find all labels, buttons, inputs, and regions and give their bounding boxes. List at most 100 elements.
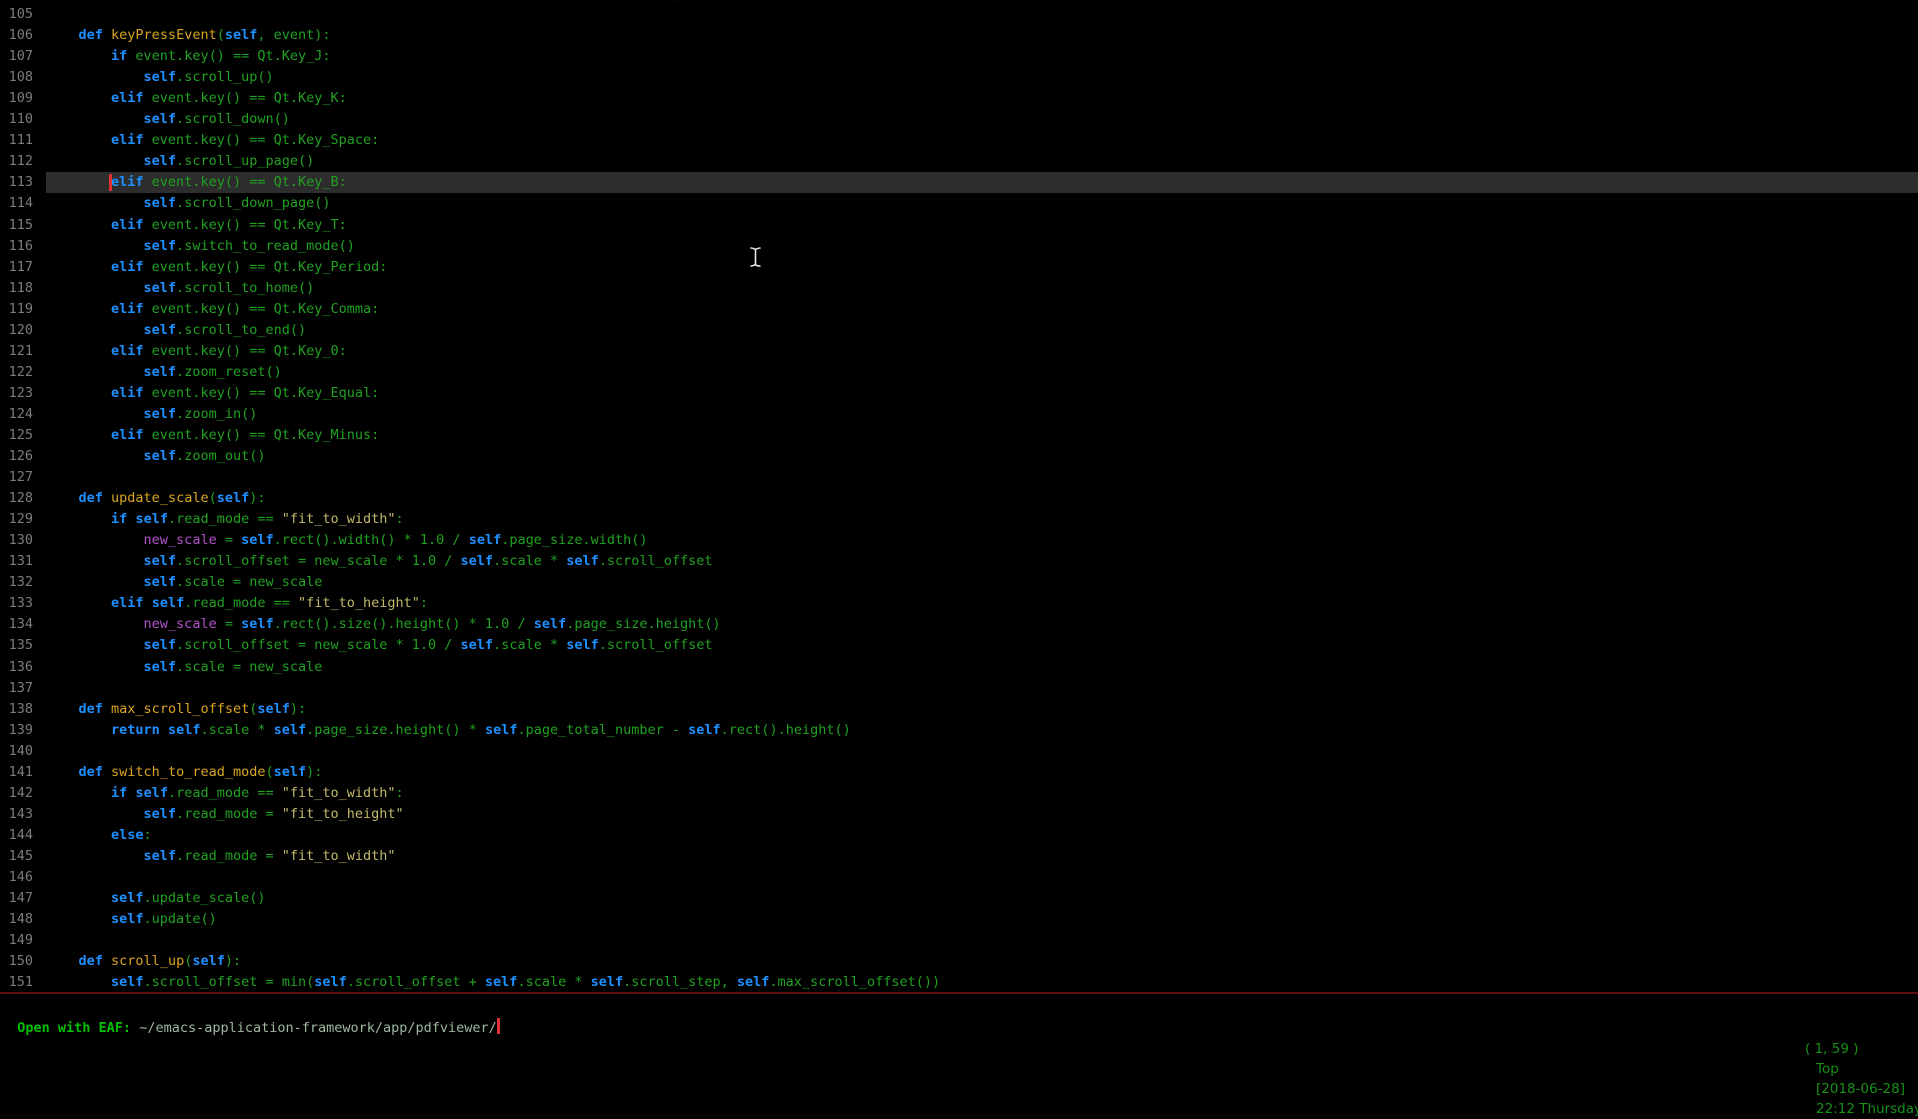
line-number: 105 — [0, 4, 46, 25]
code-line[interactable]: 113 elif event.key() == Qt.Key_B: — [0, 172, 1918, 193]
code-line-text: elif event.key() == Qt.Key_K: — [46, 88, 1918, 109]
code-line[interactable]: 146 — [0, 867, 1918, 888]
code-line-text: elif event.key() == Qt.Key_Comma: — [46, 299, 1918, 320]
code-line-text: elif event.key() == Qt.Key_B: — [46, 172, 1918, 193]
code-line-text: self.scroll_to_home() — [46, 278, 1918, 299]
line-number: 114 — [0, 193, 46, 214]
code-line[interactable]: 116 self.switch_to_read_mode() — [0, 236, 1918, 257]
line-number: 106 — [0, 25, 46, 46]
line-number: 132 — [0, 572, 46, 593]
line-number: 126 — [0, 446, 46, 467]
minibuffer-input-value[interactable]: ~/emacs-application-framework/app/pdfvie… — [139, 1020, 497, 1036]
code-line[interactable]: 132 self.scale = new_scale — [0, 572, 1918, 593]
code-line[interactable]: 148 self.update() — [0, 909, 1918, 930]
code-line-text: elif event.key() == Qt.Key_T: — [46, 215, 1918, 236]
tray-buffer-position: Top — [1816, 1061, 1839, 1077]
code-line[interactable]: 108 self.scroll_up() — [0, 67, 1918, 88]
line-number: 116 — [0, 236, 46, 257]
code-line[interactable]: 114 self.scroll_down_page() — [0, 193, 1918, 214]
code-line[interactable]: 141 def switch_to_read_mode(self): — [0, 762, 1918, 783]
line-number: 143 — [0, 804, 46, 825]
code-line-text: self.scroll_offset = new_scale * 1.0 / s… — [46, 551, 1918, 572]
point-cursor — [109, 174, 112, 191]
code-line[interactable]: 139 return self.scale * self.page_size.h… — [0, 720, 1918, 741]
code-line[interactable]: 151 self.scroll_offset = min(self.scroll… — [0, 972, 1918, 993]
code-line[interactable]: 143 self.read_mode = "fit_to_height" — [0, 804, 1918, 825]
line-number: 150 — [0, 951, 46, 972]
minibuffer-prompt: Open with EAF: — [17, 1020, 139, 1036]
code-line-text: elif event.key() == Qt.Key_Equal: — [46, 383, 1918, 404]
code-line[interactable]: 126 self.zoom_out() — [0, 446, 1918, 467]
code-line-text — [46, 467, 1918, 488]
code-line[interactable]: 123 elif event.key() == Qt.Key_Equal: — [0, 383, 1918, 404]
code-line-text: self.scroll_up_page() — [46, 151, 1918, 172]
code-line-text: elif event.key() == Qt.Key_Space: — [46, 130, 1918, 151]
code-line[interactable]: 121 elif event.key() == Qt.Key_0: — [0, 341, 1918, 362]
code-line[interactable]: 130 new_scale = self.rect().width() * 1.… — [0, 530, 1918, 551]
line-number: 130 — [0, 530, 46, 551]
code-line[interactable]: 128 def update_scale(self): — [0, 488, 1918, 509]
code-line[interactable]: 136 self.scale = new_scale — [0, 657, 1918, 678]
code-line[interactable]: 133 elif self.read_mode == "fit_to_heigh… — [0, 593, 1918, 614]
code-line[interactable]: 122 self.zoom_reset() — [0, 362, 1918, 383]
code-line[interactable]: 119 elif event.key() == Qt.Key_Comma: — [0, 299, 1918, 320]
code-line[interactable]: 145 self.read_mode = "fit_to_width" — [0, 846, 1918, 867]
code-line-text: new_scale = self.rect().size().height() … — [46, 614, 1918, 635]
code-line[interactable]: 117 elif event.key() == Qt.Key_Period: — [0, 257, 1918, 278]
code-line[interactable]: 115 elif event.key() == Qt.Key_T: — [0, 215, 1918, 236]
line-number: 133 — [0, 593, 46, 614]
code-line[interactable]: 129 if self.read_mode == "fit_to_width": — [0, 509, 1918, 530]
line-number: 144 — [0, 825, 46, 846]
code-line-text: self.scroll_offset = new_scale * 1.0 / s… — [46, 635, 1918, 656]
code-line-text — [46, 741, 1918, 762]
code-editor-buffer[interactable]: painter.drawPixmap(QRect(render_x, rende… — [0, 0, 1918, 993]
code-line[interactable]: 110 self.scroll_down() — [0, 109, 1918, 130]
code-line[interactable]: 105 — [0, 4, 1918, 25]
code-line[interactable]: 144 else: — [0, 825, 1918, 846]
line-number: 108 — [0, 67, 46, 88]
code-line[interactable]: 142 if self.read_mode == "fit_to_width": — [0, 783, 1918, 804]
code-line[interactable]: 147 self.update_scale() — [0, 888, 1918, 909]
code-line-text: new_scale = self.rect().width() * 1.0 / … — [46, 530, 1918, 551]
tray-cursor-position: ( 1, 59 ) — [1805, 1041, 1858, 1057]
minibuffer[interactable]: Open with EAF: ~/emacs-application-frame… — [1, 997, 500, 1018]
code-line-text: self.scale = new_scale — [46, 657, 1918, 678]
line-number: 122 — [0, 362, 46, 383]
code-line[interactable]: 118 self.scroll_to_home() — [0, 278, 1918, 299]
code-line-text: def scroll_up(self): — [46, 951, 1918, 972]
emacs-frame: { "window": { "width": 1918, "height": 1… — [0, 0, 1918, 1037]
line-number: 127 — [0, 467, 46, 488]
code-line[interactable]: 137 — [0, 678, 1918, 699]
code-line-text: self.scroll_offset = min(self.scroll_off… — [46, 972, 1918, 993]
code-line[interactable]: 135 self.scroll_offset = new_scale * 1.0… — [0, 635, 1918, 656]
code-line-text: if self.read_mode == "fit_to_width": — [46, 783, 1918, 804]
tray-time-day: 22:12 Thursday — [1816, 1101, 1918, 1117]
code-line[interactable]: 120 self.scroll_to_end() — [0, 320, 1918, 341]
code-line-text: self.zoom_in() — [46, 404, 1918, 425]
code-line[interactable]: 107 if event.key() == Qt.Key_J: — [0, 46, 1918, 67]
code-line[interactable]: 111 elif event.key() == Qt.Key_Space: — [0, 130, 1918, 151]
code-line[interactable]: 140 — [0, 741, 1918, 762]
code-line-text: def update_scale(self): — [46, 488, 1918, 509]
line-number: 139 — [0, 720, 46, 741]
code-line[interactable]: 134 new_scale = self.rect().size().heigh… — [0, 614, 1918, 635]
code-line[interactable]: 138 def max_scroll_offset(self): — [0, 699, 1918, 720]
code-line[interactable]: 124 self.zoom_in() — [0, 404, 1918, 425]
code-line-text: elif self.read_mode == "fit_to_height": — [46, 593, 1918, 614]
line-number: 120 — [0, 320, 46, 341]
code-line[interactable]: 149 — [0, 930, 1918, 951]
code-line-text: def keyPressEvent(self, event): — [46, 25, 1918, 46]
code-line[interactable]: 131 self.scroll_offset = new_scale * 1.0… — [0, 551, 1918, 572]
code-line[interactable]: 109 elif event.key() == Qt.Key_K: — [0, 88, 1918, 109]
code-line-text: else: — [46, 825, 1918, 846]
code-line-text: self.read_mode = "fit_to_height" — [46, 804, 1918, 825]
code-line-text: elif event.key() == Qt.Key_Minus: — [46, 425, 1918, 446]
code-line[interactable]: 150 def scroll_up(self): — [0, 951, 1918, 972]
line-number: 129 — [0, 509, 46, 530]
code-line[interactable]: 125 elif event.key() == Qt.Key_Minus: — [0, 425, 1918, 446]
code-line[interactable]: 112 self.scroll_up_page() — [0, 151, 1918, 172]
code-line-text: elif event.key() == Qt.Key_Period: — [46, 257, 1918, 278]
code-line[interactable]: 106 def keyPressEvent(self, event): — [0, 25, 1918, 46]
code-line[interactable]: 127 — [0, 467, 1918, 488]
code-line-text: self.scroll_down_page() — [46, 193, 1918, 214]
